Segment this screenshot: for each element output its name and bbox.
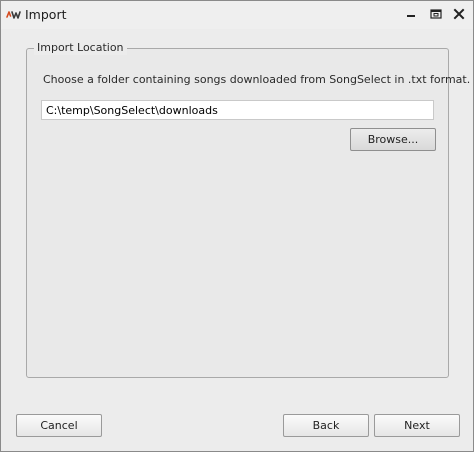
cancel-button[interactable]: Cancel — [16, 414, 102, 437]
import-location-group: Import Location Choose a folder containi… — [26, 41, 470, 378]
window-title: Import — [25, 7, 67, 22]
folder-path-input[interactable] — [41, 100, 434, 120]
restore-icon[interactable] — [428, 7, 444, 21]
dialog-content: Import Location Choose a folder containi… — [1, 29, 473, 451]
close-icon[interactable] — [451, 7, 467, 21]
back-button[interactable]: Back — [283, 414, 369, 437]
browse-button[interactable]: Browse... — [350, 128, 436, 151]
title-bar[interactable]: Import — [1, 1, 473, 29]
instruction-text: Choose a folder containing songs downloa… — [43, 73, 471, 86]
next-button[interactable]: Next — [374, 414, 460, 437]
import-location-legend: Import Location — [34, 41, 127, 55]
minimize-icon[interactable] — [403, 7, 419, 21]
import-dialog: Import Import Location Choose a folder c… — [0, 0, 474, 452]
worship-app-logo-icon — [6, 8, 26, 22]
